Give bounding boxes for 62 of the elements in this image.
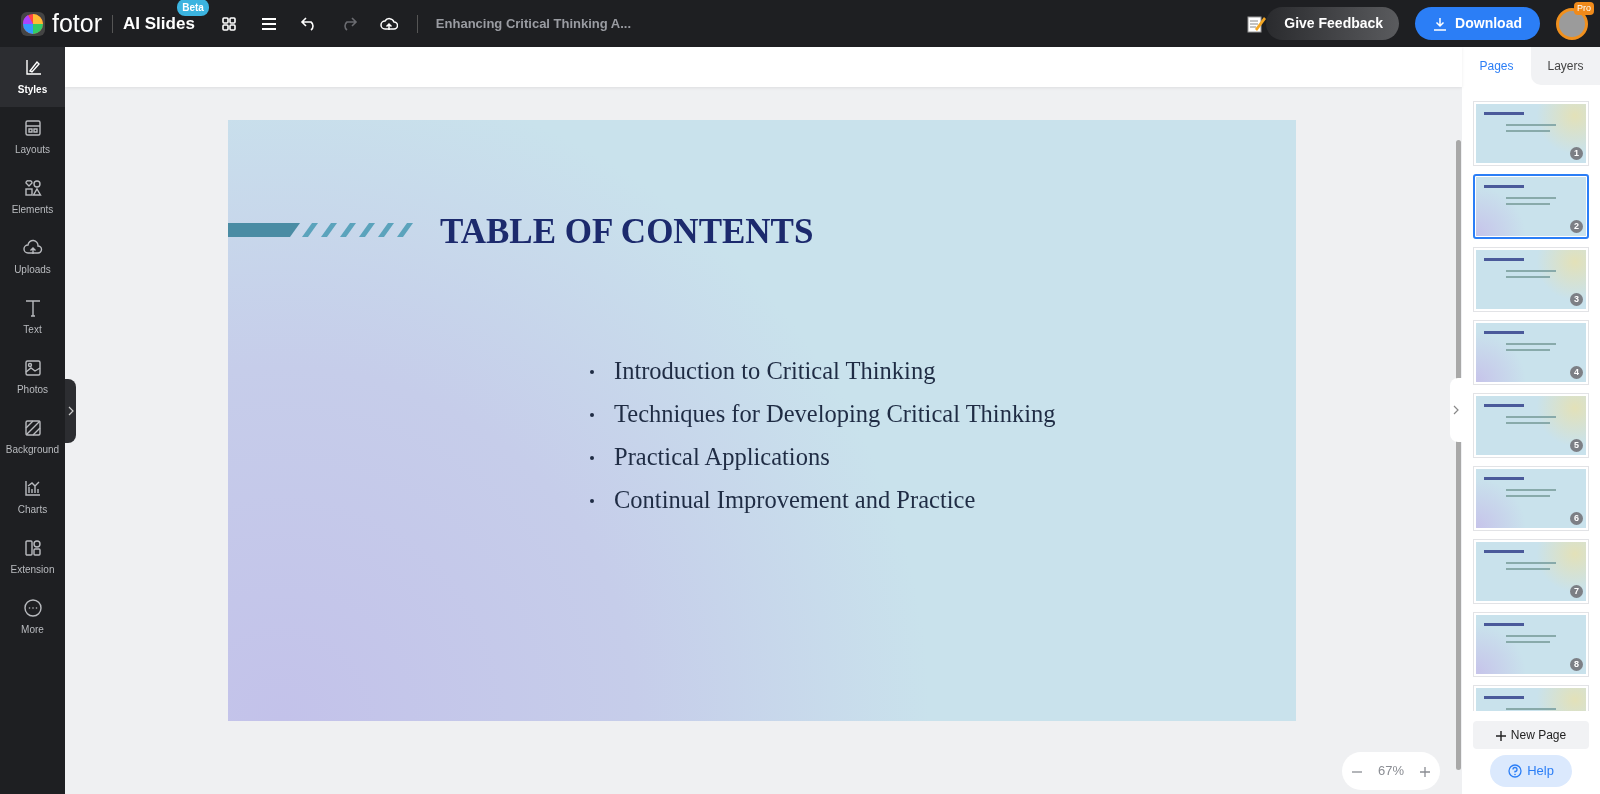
download-icon bbox=[1433, 16, 1448, 31]
page-number: 7 bbox=[1570, 585, 1583, 598]
bullet-text: Continual Improvement and Practice bbox=[614, 485, 976, 516]
page-thumbnail[interactable]: 5 bbox=[1473, 393, 1589, 458]
sidebar-item[interactable]: Charts bbox=[0, 467, 65, 527]
download-button[interactable]: Download bbox=[1415, 7, 1540, 40]
plus-icon bbox=[1420, 766, 1430, 777]
document-title[interactable]: Enhancing Critical Thinking A... bbox=[435, 13, 632, 34]
chevron-right-icon bbox=[67, 406, 74, 416]
grid-icon bbox=[219, 14, 238, 33]
bullet-dot bbox=[590, 412, 594, 417]
bullet-text: Practical Applications bbox=[614, 442, 830, 473]
page-number: 6 bbox=[1570, 512, 1583, 525]
page-thumbnail[interactable]: 1 bbox=[1473, 101, 1589, 166]
page-thumbnail[interactable]: 4 bbox=[1473, 320, 1589, 385]
sidebar-item[interactable]: Elements bbox=[0, 167, 65, 227]
expand-panel-button[interactable] bbox=[65, 379, 76, 443]
plus-icon bbox=[1495, 730, 1506, 741]
page-thumbnail[interactable]: 7 bbox=[1473, 539, 1589, 604]
page-thumbnail[interactable]: 2 bbox=[1473, 174, 1589, 239]
page-thumbnail[interactable]: 6 bbox=[1473, 466, 1589, 531]
panel-tab[interactable]: Layers bbox=[1531, 47, 1600, 85]
sidebar-item[interactable]: Styles bbox=[0, 47, 65, 107]
bullet-text: Introduction to Critical Thinking bbox=[614, 356, 936, 387]
page-number: 8 bbox=[1570, 658, 1583, 671]
sidebar-item[interactable]: Uploads bbox=[0, 227, 65, 287]
sidebar-item[interactable]: Background bbox=[0, 407, 65, 467]
page-number: 2 bbox=[1570, 220, 1583, 233]
hatched-square-icon bbox=[22, 417, 43, 438]
memo-pencil-icon bbox=[1246, 13, 1267, 34]
page-thumbnail[interactable]: 3 bbox=[1473, 247, 1589, 312]
layout-icon bbox=[22, 117, 43, 138]
scrollbar[interactable] bbox=[1456, 140, 1461, 770]
image-icon bbox=[22, 357, 43, 378]
more-icon bbox=[22, 597, 43, 618]
sidebar-item[interactable]: Extension bbox=[0, 527, 65, 587]
bullet-dot bbox=[590, 369, 594, 374]
zoom-value: 67% bbox=[1377, 762, 1404, 781]
sidebar-item[interactable]: More bbox=[0, 587, 65, 647]
page-number: 5 bbox=[1570, 439, 1583, 452]
sidebar-item[interactable]: Photos bbox=[0, 347, 65, 407]
help-icon bbox=[1508, 764, 1523, 778]
bullet-dot bbox=[590, 455, 594, 460]
logo-text: fotor bbox=[52, 7, 103, 39]
page-number: 4 bbox=[1570, 366, 1583, 379]
page-thumbnail[interactable]: 8 bbox=[1473, 612, 1589, 677]
chevron-right-icon bbox=[1453, 405, 1459, 415]
product-name: AI Slides bbox=[123, 13, 195, 33]
bullet-text: Techniques for Developing Critical Thinking bbox=[614, 399, 1056, 430]
shapes-icon bbox=[22, 177, 43, 198]
pro-badge: Pro bbox=[1574, 1, 1594, 15]
page-number: 3 bbox=[1570, 293, 1583, 306]
bullet-dot bbox=[590, 498, 594, 503]
blocks-icon bbox=[22, 537, 43, 558]
beta-badge: Beta bbox=[177, 0, 209, 16]
page-number: 1 bbox=[1570, 147, 1583, 160]
slide-title: TABLE OF CONTENTS bbox=[440, 211, 814, 253]
new-page-button[interactable]: New Page bbox=[1473, 721, 1589, 749]
sidebar-item[interactable]: Layouts bbox=[0, 107, 65, 167]
feedback-button[interactable]: Give Feedback bbox=[1266, 7, 1400, 40]
color-wheel-icon bbox=[20, 10, 46, 37]
sidebar-item[interactable]: Text bbox=[0, 287, 65, 347]
